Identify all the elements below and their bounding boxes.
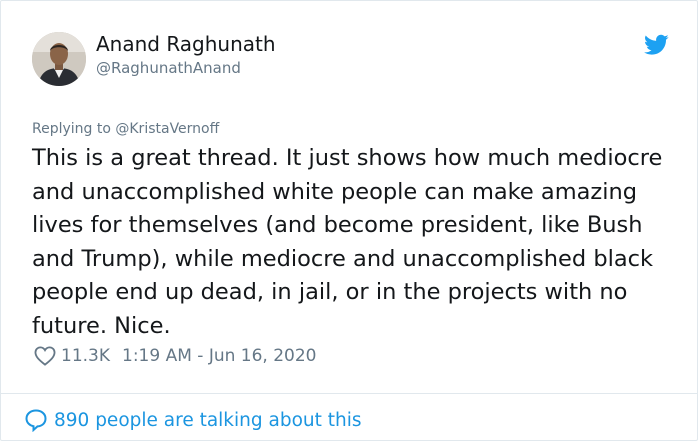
like-count[interactable]: 11.3K <box>61 346 110 366</box>
tweet-timestamp[interactable]: 1:19 AM - Jun 16, 2020 <box>122 346 317 366</box>
divider <box>1 393 697 394</box>
replying-to[interactable]: Replying to @KristaVernoff <box>32 119 219 139</box>
tweet-card: Anand Raghunath @RaghunathAnand Replying… <box>0 0 698 441</box>
tweet-meta: 11.3K 1:19 AM - Jun 16, 2020 <box>34 344 317 368</box>
tweet-text: This is a great thread. It just shows ho… <box>32 145 663 339</box>
heart-icon[interactable] <box>34 346 56 366</box>
author-name[interactable]: Anand Raghunath <box>96 32 276 56</box>
conversation-count-text[interactable]: 890 people are talking about this <box>54 410 362 431</box>
profile-photo <box>32 32 86 86</box>
conversation-link[interactable]: 890 people are talking about this <box>24 406 362 434</box>
avatar[interactable] <box>32 32 86 86</box>
twitter-bird-icon[interactable] <box>644 34 669 56</box>
speech-bubble-icon <box>25 409 47 432</box>
author-handle[interactable]: @RaghunathAnand <box>96 58 241 78</box>
